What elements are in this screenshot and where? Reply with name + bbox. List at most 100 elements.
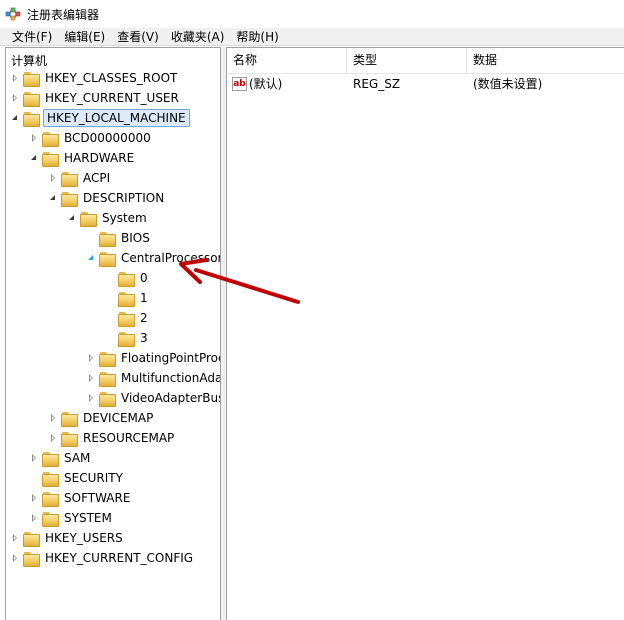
collapse-arrow-icon[interactable] [48,193,58,203]
registry-tree[interactable]: 计算机 HKEY_CLASSES_ROOT HKEY_CURRENT_USER HK… [5,47,221,620]
folder-icon [99,351,116,367]
value-list[interactable]: 名称 类型 数据 ab (默认) REG_SZ (数值未设置) [226,47,624,620]
value-name-cell: (默认) [249,77,283,91]
collapse-arrow-icon[interactable] [86,253,96,263]
tree-node-label: CentralProcessor [121,251,221,265]
tree-node[interactable]: BCD00000000 [29,128,153,148]
tree-node-label: HARDWARE [64,151,135,165]
menu-file[interactable]: 文件(F) [6,28,58,46]
tree-node[interactable]: HKEY_CURRENT_CONFIG [10,548,195,568]
expand-arrow-icon[interactable] [10,553,20,563]
tree-node-label: HKEY_CURRENT_USER [45,91,179,105]
expand-arrow-icon[interactable] [10,93,20,103]
folder-icon [118,291,135,307]
tree-node-label: SAM [64,451,91,465]
tree-node-label: MultifunctionAdapte [121,371,221,385]
folder-icon [61,191,78,207]
tree-node-label: VideoAdapterBusse [121,391,220,405]
tree-node-label: HKEY_USERS [45,531,123,545]
window-title: 注册表编辑器 [27,7,100,22]
column-header-data[interactable]: 数据 [467,48,624,73]
menu-view[interactable]: 查看(V) [111,28,165,46]
folder-icon [42,451,59,467]
tree-node[interactable]: 0 [105,268,150,288]
folder-icon [99,231,116,247]
menu-help[interactable]: 帮助(H) [230,28,284,46]
folder-icon [61,171,78,187]
folder-icon [42,151,59,167]
tree-node[interactable]: SECURITY [29,468,125,488]
expand-arrow-icon[interactable] [48,173,58,183]
menu-bar: 文件(F) 编辑(E) 查看(V) 收藏夹(A) 帮助(H) [0,28,624,46]
tree-node-label: FloatingPointProces [121,351,220,365]
collapse-arrow-icon[interactable] [67,213,77,223]
folder-icon [42,491,59,507]
tree-node[interactable]: 1 [105,288,150,308]
tree-node[interactable]: ACPI [48,168,112,188]
tree-node-label: SECURITY [64,471,123,485]
expand-arrow-icon[interactable] [29,493,39,503]
tree-node[interactable]: RESOURCEMAP [48,428,176,448]
expand-arrow-icon[interactable] [86,373,96,383]
expand-arrow-icon[interactable] [48,433,58,443]
tree-node[interactable]: HKEY_LOCAL_MACHINE [10,108,190,128]
tree-root-computer[interactable]: 计算机 [11,52,47,69]
tree-node-label: BIOS [121,231,150,245]
tree-node[interactable]: MultifunctionAdapte [86,368,221,388]
string-value-icon: ab [232,77,247,91]
tree-node[interactable]: FloatingPointProces [86,348,220,368]
value-data-cell: (数值未设置) [473,77,543,91]
tree-node[interactable]: HKEY_USERS [10,528,125,548]
tree-node[interactable]: BIOS [86,228,152,248]
tree-node[interactable]: HKEY_CURRENT_USER [10,88,181,108]
folder-icon [42,511,59,527]
expand-arrow-icon[interactable] [29,133,39,143]
tree-node-label: 3 [140,331,148,345]
folder-icon [80,211,97,227]
expand-arrow-icon[interactable] [48,413,58,423]
column-header-name[interactable]: 名称 [227,48,347,73]
expand-arrow-icon[interactable] [86,393,96,403]
menu-favorites[interactable]: 收藏夹(A) [165,28,231,46]
folder-icon [99,251,116,267]
tree-node[interactable]: System [67,208,149,228]
folder-icon [99,371,116,387]
tree-node[interactable]: 2 [105,308,150,328]
tree-node-label: 2 [140,311,148,325]
tree-node-label: 1 [140,291,148,305]
expand-arrow-icon[interactable] [29,453,39,463]
tree-node-label: System [102,211,147,225]
title-bar[interactable]: 注册表编辑器 [0,0,624,28]
menu-edit[interactable]: 编辑(E) [58,28,111,46]
expand-arrow-icon[interactable] [10,533,20,543]
tree-node[interactable]: DEVICEMAP [48,408,155,428]
collapse-arrow-icon[interactable] [10,113,20,123]
tree-node-label: HKEY_CLASSES_ROOT [45,71,178,85]
tree-node[interactable]: VideoAdapterBusse [86,388,220,408]
expand-arrow-icon[interactable] [29,513,39,523]
tree-node-label: ACPI [83,171,111,185]
tree-node[interactable]: HARDWARE [29,148,136,168]
column-header-type[interactable]: 类型 [347,48,467,73]
expand-arrow-icon[interactable] [86,353,96,363]
tree-node-label: SYSTEM [64,511,112,525]
tree-node[interactable]: SOFTWARE [29,488,132,508]
folder-icon [23,91,40,107]
expand-arrow-icon[interactable] [10,73,20,83]
tree-node[interactable]: DESCRIPTION [48,188,166,208]
tree-node[interactable]: SAM [29,448,92,468]
collapse-arrow-icon[interactable] [29,153,39,163]
tree-node-label: DEVICEMAP [83,411,154,425]
tree-node-label: SOFTWARE [64,491,131,505]
tree-node[interactable]: CentralProcessor [86,248,221,268]
folder-icon [23,551,40,567]
tree-node[interactable]: 3 [105,328,150,348]
folder-icon [61,411,78,427]
folder-icon [99,391,116,407]
tree-node-label: RESOURCEMAP [83,431,175,445]
tree-node[interactable]: HKEY_CLASSES_ROOT [10,68,179,88]
tree-node[interactable]: SYSTEM [29,508,114,528]
folder-icon [23,531,40,547]
folder-icon [118,311,135,327]
value-type-cell: REG_SZ [353,77,401,91]
